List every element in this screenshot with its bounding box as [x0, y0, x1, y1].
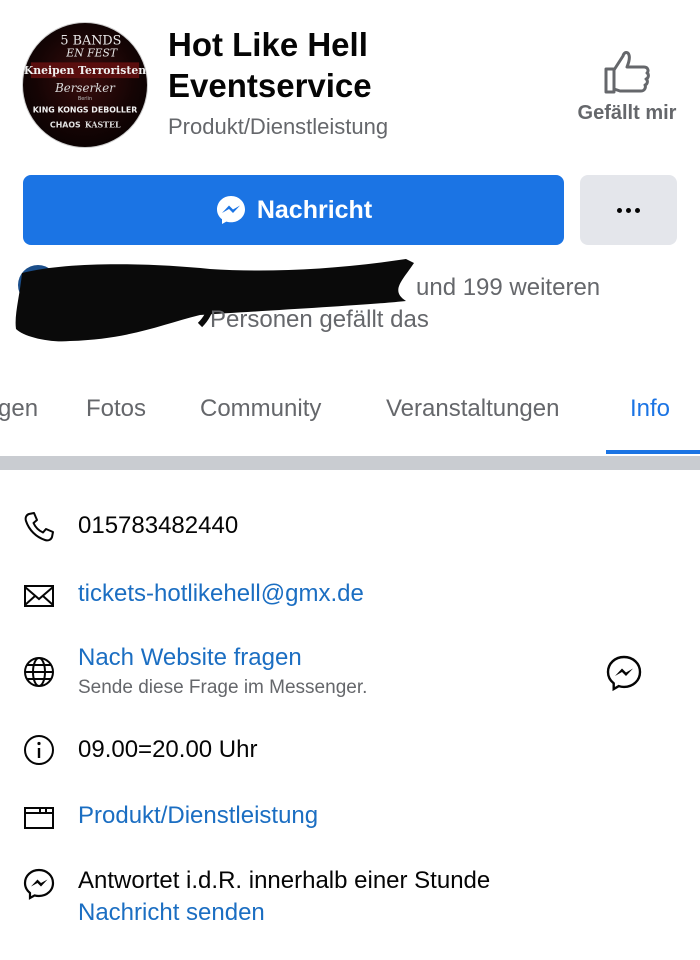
messenger-icon — [216, 196, 245, 224]
phone-icon — [22, 510, 56, 544]
messenger-outline-icon — [22, 867, 56, 901]
likes-summary[interactable]: und 199 weiteren Personen gefällt das — [210, 272, 600, 336]
page-tabs: gen Fotos Community Veranstaltungen Info — [0, 378, 700, 456]
page-title-line2: Eventservice — [168, 67, 372, 104]
email-link[interactable]: tickets-hotlikehell@gmx.de — [78, 580, 364, 608]
svg-text:EN FEST: EN FEST — [65, 46, 118, 59]
message-button[interactable]: Nachricht — [23, 175, 564, 245]
page-title-line1: Hot Like Hell — [168, 26, 368, 63]
page-avatar[interactable]: 5 BANDS EN FEST Kneipen Terroristen Bers… — [22, 22, 148, 148]
opening-hours: 09.00=20.00 Uhr — [78, 736, 258, 763]
phone-number[interactable]: 015783482440 — [78, 512, 238, 540]
more-options-button[interactable] — [580, 175, 677, 245]
section-divider — [0, 456, 700, 470]
message-button-label: Nachricht — [256, 195, 373, 224]
response-time: Antwortet i.d.R. innerhalb einer Stunde — [78, 867, 491, 894]
envelope-icon — [22, 579, 56, 613]
dot-icon — [635, 207, 640, 213]
dot-icon — [617, 207, 622, 213]
like-label: Gefällt mir — [577, 102, 677, 124]
likes-line2: Personen gefällt das — [210, 306, 429, 333]
tab-community[interactable]: Community — [200, 395, 321, 423]
band-logo: 5 BANDS EN FEST Kneipen Terroristen Bers… — [24, 34, 146, 130]
like-button[interactable]: Gefällt mir — [566, 48, 688, 140]
svg-text:CHAOS: CHAOS — [50, 120, 81, 129]
svg-text:Berserker: Berserker — [54, 81, 116, 95]
svg-text:Kneipen Terroristen: Kneipen Terroristen — [24, 64, 146, 77]
thumbs-up-icon — [604, 51, 650, 94]
tab-partial[interactable]: gen — [0, 395, 38, 423]
tab-info[interactable]: Info — [630, 395, 670, 423]
page-category[interactable]: Produkt/Dienstleistung — [168, 114, 388, 140]
likes-line1: und 199 weiteren — [416, 274, 601, 301]
category-link[interactable]: Produkt/Dienstleistung — [78, 802, 318, 830]
ask-website-subtext: Sende diese Frage im Messenger. — [78, 677, 368, 698]
send-message-link[interactable]: Nachricht senden — [78, 899, 265, 927]
info-icon — [22, 733, 56, 767]
storefront-icon — [22, 801, 56, 835]
page-title: Hot Like Hell Eventservice — [168, 24, 548, 106]
ask-website-link[interactable]: Nach Website fragen — [78, 644, 302, 672]
active-tab-indicator — [606, 450, 700, 454]
tab-veranstaltungen[interactable]: Veranstaltungen — [386, 395, 559, 423]
messenger-icon[interactable] — [605, 654, 643, 692]
globe-icon — [22, 655, 56, 689]
tab-fotos[interactable]: Fotos — [86, 395, 146, 423]
dot-icon — [626, 207, 631, 213]
svg-text:KASTEL: KASTEL — [85, 120, 121, 129]
svg-text:KING KONGS DEBOLLER: KING KONGS DEBOLLER — [33, 106, 138, 115]
svg-text:Berlin: Berlin — [78, 96, 92, 102]
